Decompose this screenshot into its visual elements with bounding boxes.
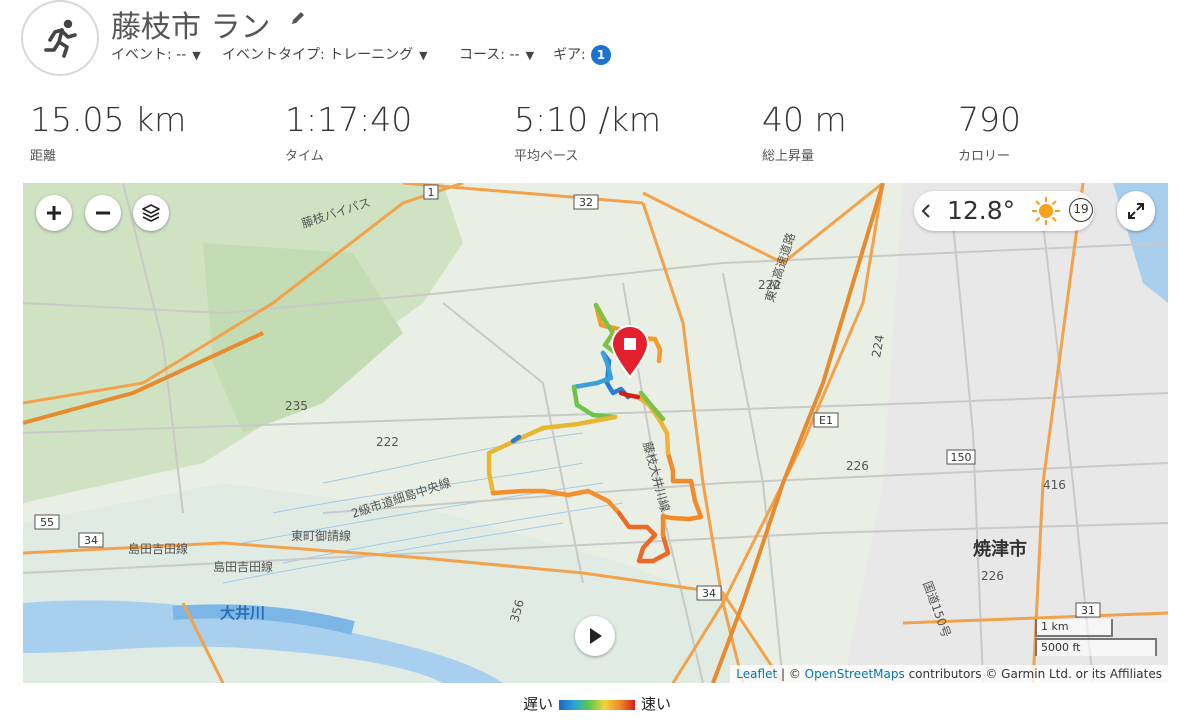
layers-icon xyxy=(142,204,160,222)
route-map[interactable]: 32 1 34 55 34 150 31 E1 大井川 焼津市 東町御請線 島田… xyxy=(23,183,1168,683)
fullscreen-button[interactable] xyxy=(1117,191,1155,231)
stat-elevation: 40 m 総上昇量 xyxy=(762,100,847,164)
zoom-out-button[interactable] xyxy=(85,195,121,231)
zoom-in-button[interactable] xyxy=(36,195,72,231)
route-31-label: 31 xyxy=(1081,604,1095,617)
wind-speed: 19 xyxy=(1069,198,1093,222)
stat-label: 距離 xyxy=(30,149,57,164)
number-label: 416 xyxy=(1043,478,1066,492)
road-label: 島田吉田線 xyxy=(128,541,188,556)
scale-ft: 5000 ft xyxy=(1035,638,1157,656)
route-34-label: 34 xyxy=(84,534,98,547)
attribution-text: contributors © Garmin Ltd. or its Affili… xyxy=(904,667,1162,681)
activity-title: 藤枝市 ラン xyxy=(111,10,271,45)
stat-value: 1:17:40 xyxy=(285,100,413,139)
expand-icon xyxy=(1128,203,1144,219)
route-1-label: 1 xyxy=(428,186,435,199)
leaflet-link[interactable]: Leaflet xyxy=(736,667,777,681)
route-e1-label: E1 xyxy=(819,414,833,427)
weather-widget[interactable]: 12.8° 19 xyxy=(914,191,1094,231)
layers-button[interactable] xyxy=(133,195,169,231)
stat-label: 平均ペース xyxy=(514,149,579,164)
number-label: 222 xyxy=(758,278,781,292)
scale-km: 1 km xyxy=(1035,619,1113,637)
caret-down-icon: ▼ xyxy=(192,49,201,62)
course-dropdown[interactable]: コース: -- ▼ xyxy=(459,44,534,64)
map-tiles: 32 1 34 55 34 150 31 E1 大井川 焼津市 東町御請線 島田… xyxy=(23,183,1168,683)
route-34b-label: 34 xyxy=(702,587,716,600)
route-150-label: 150 xyxy=(951,451,972,464)
chevron-left-icon xyxy=(921,204,930,218)
pace-legend: 遅い 速い xyxy=(0,693,1194,714)
number-label: 235 xyxy=(285,399,308,413)
stat-value: 5:10 /km xyxy=(514,100,661,139)
stat-calories: 790 カロリー xyxy=(958,100,1021,164)
event-label: イベント: -- xyxy=(111,47,187,63)
road-label: 島田吉田線 xyxy=(213,559,273,574)
event-type-label: イベントタイプ: トレーニング xyxy=(222,47,414,63)
play-button[interactable] xyxy=(575,616,615,656)
temperature: 12.8° xyxy=(947,196,1016,225)
stat-label: 総上昇量 xyxy=(762,149,815,164)
event-type-dropdown[interactable]: イベントタイプ: トレーニング ▼ xyxy=(222,44,428,64)
stat-pace: 5:10 /km 平均ペース xyxy=(514,100,661,164)
route-55-label: 55 xyxy=(40,516,54,529)
legend-slow: 遅い xyxy=(522,695,553,713)
number-label: 226 xyxy=(981,569,1004,583)
play-icon xyxy=(590,628,602,644)
route-32-label: 32 xyxy=(579,196,593,209)
sun-icon xyxy=(1032,197,1060,225)
gear-count-badge[interactable]: 1 xyxy=(591,45,611,65)
city-label: 焼津市 xyxy=(973,538,1027,560)
caret-down-icon: ▼ xyxy=(419,49,428,62)
map-attribution: Leaflet | © OpenStreetMaps contributors … xyxy=(730,665,1168,683)
stat-distance: 15.05 km 距離 xyxy=(30,100,186,164)
course-label: コース: -- xyxy=(459,47,520,63)
event-dropdown[interactable]: イベント: -- ▼ xyxy=(111,44,201,64)
stat-label: タイム xyxy=(285,149,324,164)
number-label: 226 xyxy=(846,459,869,473)
running-person-icon xyxy=(21,0,99,76)
osm-link[interactable]: OpenStreetMaps xyxy=(805,667,905,681)
stat-value: 40 m xyxy=(762,100,847,139)
river-label: 大井川 xyxy=(220,604,265,622)
map-scale: 1 km 5000 ft xyxy=(1035,619,1157,656)
activity-header: 藤枝市 ラン イベント: -- ▼ イベントタイプ: トレーニング ▼ コース: -… xyxy=(0,0,1194,90)
road-label: 東町御請線 xyxy=(291,528,351,543)
stat-label: カロリー xyxy=(958,149,1011,164)
attribution-sep: | © xyxy=(777,667,805,681)
stat-value: 15.05 km xyxy=(30,100,187,139)
gear-label: ギア: xyxy=(553,47,586,63)
legend-fast: 速い xyxy=(641,695,672,713)
edit-pencil-icon[interactable] xyxy=(290,10,306,30)
pace-gradient-bar xyxy=(559,699,635,710)
stat-time: 1:17:40 タイム xyxy=(285,100,412,164)
caret-down-icon: ▼ xyxy=(525,49,535,62)
number-label: 222 xyxy=(376,435,399,449)
stat-value: 790 xyxy=(958,100,1021,139)
